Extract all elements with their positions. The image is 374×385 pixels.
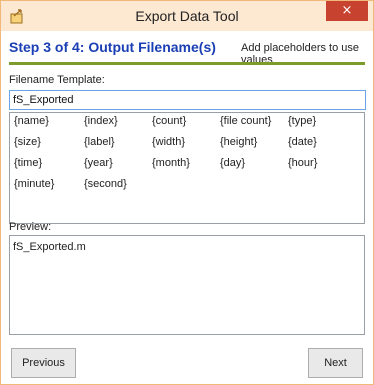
close-button[interactable]: × (326, 1, 368, 21)
placeholder-item[interactable]: {count} (152, 116, 220, 127)
step-header: Step 3 of 4: Output Filename(s) Add plac… (9, 32, 365, 66)
preview-label: Preview: (9, 221, 52, 233)
window-title: Export Data Tool (135, 8, 239, 24)
placeholder-item[interactable]: {month} (152, 158, 220, 169)
export-dialog: Export Data Tool × Step 3 of 4: Output F… (0, 0, 374, 385)
step-title: Step 3 of 4: Output Filename(s) (9, 39, 216, 55)
placeholder-list: {name} {index} {count} {file count} {type} {s… (9, 112, 365, 224)
placeholder-item[interactable]: {type} (288, 116, 348, 127)
placeholder-item[interactable]: {minute} (14, 179, 84, 190)
placeholder-item[interactable]: {date} (288, 137, 348, 148)
placeholder-item[interactable]: {size} (14, 137, 84, 148)
placeholder-item[interactable]: {index} (84, 116, 152, 127)
preview-box: fS_Exported.m (9, 235, 365, 335)
step-divider (9, 62, 365, 65)
placeholder-item[interactable]: {file count} (220, 116, 288, 127)
placeholder-item[interactable]: {label} (84, 137, 152, 148)
placeholder-item[interactable]: {hour} (288, 158, 348, 169)
placeholder-item[interactable]: {year} (84, 158, 152, 169)
placeholder-item[interactable]: {width} (152, 137, 220, 148)
preview-text: fS_Exported.m (13, 241, 86, 253)
placeholder-grid: {name} {index} {count} {file count} {type} {s… (14, 116, 348, 190)
previous-button[interactable]: Previous (11, 348, 76, 378)
placeholder-item[interactable]: {second} (84, 179, 152, 190)
dialog-content: Step 3 of 4: Output Filename(s) Add plac… (9, 32, 366, 378)
placeholder-item[interactable]: {height} (220, 137, 288, 148)
placeholder-item[interactable]: {name} (14, 116, 84, 127)
placeholder-item[interactable]: {time} (14, 158, 84, 169)
title-bar[interactable]: Export Data Tool × (1, 1, 373, 31)
next-button[interactable]: Next (308, 348, 363, 378)
placeholder-item[interactable]: {day} (220, 158, 288, 169)
filename-template-input[interactable]: fS_Exported (9, 90, 366, 110)
template-label: Filename Template: (9, 74, 105, 86)
